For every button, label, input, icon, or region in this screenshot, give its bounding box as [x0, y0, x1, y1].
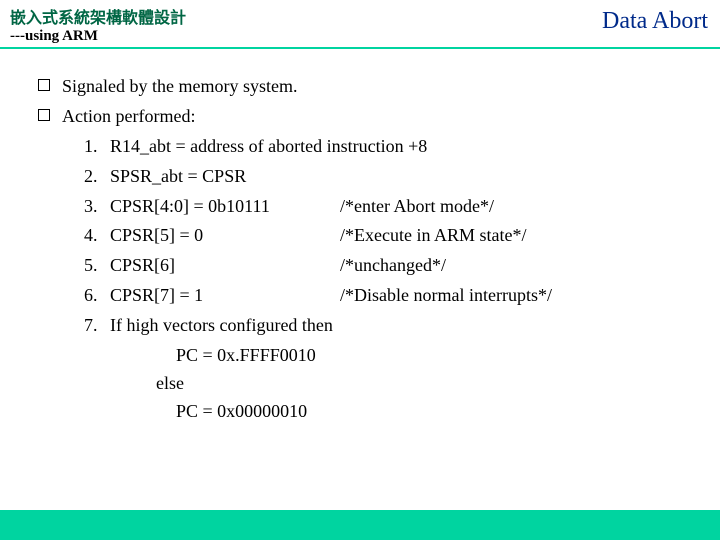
step-text: CPSR[7] = 1 /*Disable normal interrupts*…	[110, 282, 552, 310]
step-comment: /*unchanged*/	[340, 252, 446, 280]
list-item: 2. SPSR_abt = CPSR	[84, 163, 692, 191]
header-left: 嵌入式系統架構軟體設計 ---using ARM	[10, 4, 186, 45]
step-text: If high vectors configured then	[110, 312, 333, 340]
step-code: CPSR[4:0] = 0b10111	[110, 193, 340, 221]
bullet-item: Action performed:	[38, 103, 692, 131]
step-number: 6.	[84, 282, 110, 310]
list-item: 6. CPSR[7] = 1 /*Disable normal interrup…	[84, 282, 692, 310]
step-number: 1.	[84, 133, 110, 161]
bullet-text: Action performed:	[62, 103, 195, 131]
list-item: 5. CPSR[6] /*unchanged*/	[84, 252, 692, 280]
else-keyword: else	[156, 370, 692, 398]
bullet-square-icon	[38, 79, 50, 91]
step-code: CPSR[6]	[110, 252, 340, 280]
step-comment: /*Disable normal interrupts*/	[340, 282, 552, 310]
step-text: CPSR[5] = 0 /*Execute in ARM state*/	[110, 222, 526, 250]
step-number: 4.	[84, 222, 110, 250]
list-item: 7. If high vectors configured then	[84, 312, 692, 340]
step-number: 3.	[84, 193, 110, 221]
list-item: 4. CPSR[5] = 0 /*Execute in ARM state*/	[84, 222, 692, 250]
conditional-block: PC = 0x.FFFF0010 else PC = 0x00000010	[156, 342, 692, 426]
slide-content: Signaled by the memory system. Action pe…	[0, 49, 720, 426]
course-title: 嵌入式系統架構軟體設計	[10, 4, 186, 28]
bullet-square-icon	[38, 109, 50, 121]
step-text: SPSR_abt = CPSR	[110, 163, 246, 191]
step-code: CPSR[7] = 1	[110, 282, 340, 310]
step-comment: /*Execute in ARM state*/	[340, 222, 526, 250]
else-branch: PC = 0x00000010	[176, 398, 692, 426]
ordered-list: 1. R14_abt = address of aborted instruct…	[84, 133, 692, 426]
step-number: 7.	[84, 312, 110, 340]
step-number: 2.	[84, 163, 110, 191]
step-text: CPSR[6] /*unchanged*/	[110, 252, 446, 280]
bullet-item: Signaled by the memory system.	[38, 73, 692, 101]
list-item: 3. CPSR[4:0] = 0b10111 /*enter Abort mod…	[84, 193, 692, 221]
footer-bar	[0, 510, 720, 540]
bullet-text: Signaled by the memory system.	[62, 73, 297, 101]
step-number: 5.	[84, 252, 110, 280]
then-branch: PC = 0x.FFFF0010	[176, 342, 692, 370]
slide-header: 嵌入式系統架構軟體設計 ---using ARM Data Abort	[0, 0, 720, 49]
slide-title: Data Abort	[602, 8, 708, 35]
list-item: 1. R14_abt = address of aborted instruct…	[84, 133, 692, 161]
course-subtitle: ---using ARM	[10, 28, 186, 45]
step-comment: /*enter Abort mode*/	[340, 193, 494, 221]
step-text: R14_abt = address of aborted instruction…	[110, 133, 427, 161]
step-text: CPSR[4:0] = 0b10111 /*enter Abort mode*/	[110, 193, 494, 221]
step-code: CPSR[5] = 0	[110, 222, 340, 250]
